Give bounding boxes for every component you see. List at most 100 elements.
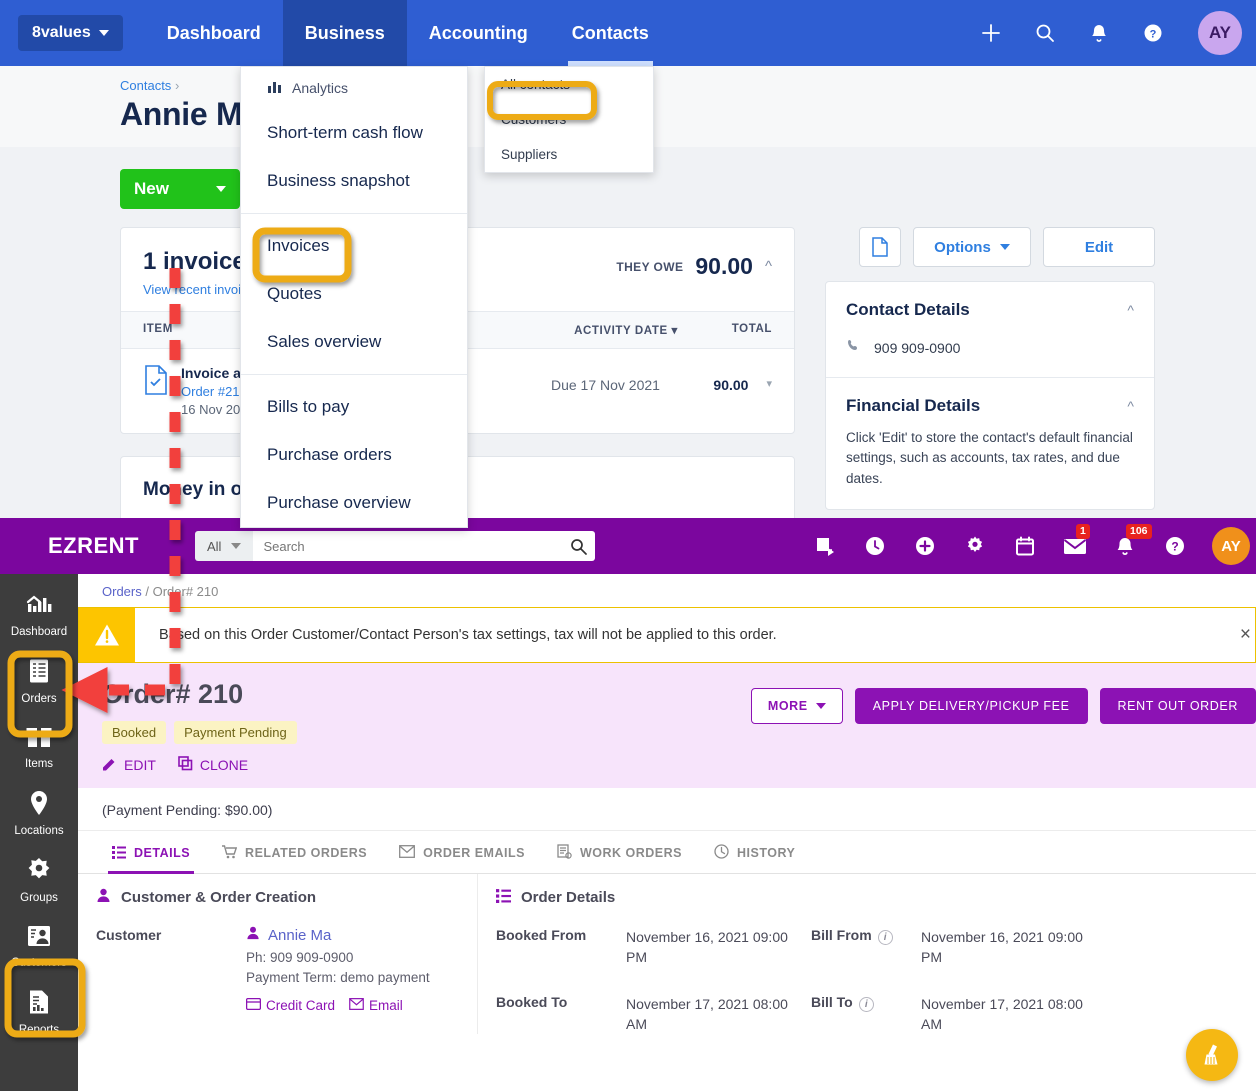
invoice-total: 90.00 [713, 377, 749, 393]
mail-icon[interactable]: 1 [1062, 524, 1090, 559]
plus-circle-icon[interactable] [912, 533, 938, 559]
chevron-up-icon[interactable]: ^ [1127, 302, 1134, 318]
sidebar-item-items[interactable]: Items [0, 714, 78, 779]
sidebar-item-orders[interactable]: Orders [0, 647, 78, 714]
customer-phone: Ph: 909 909-0900 [246, 949, 354, 965]
order-details-title: Order Details [521, 889, 616, 906]
location-pin-icon [29, 791, 49, 820]
breadcrumb-contacts-link[interactable]: Contacts [120, 78, 171, 93]
financial-details-text: Click 'Edit' to store the contact's defa… [846, 430, 1133, 486]
help-icon[interactable]: ? [1162, 533, 1188, 559]
sidebar-item-groups[interactable]: Groups [0, 846, 78, 913]
phone-icon [846, 338, 862, 357]
menu-item-suppliers[interactable]: Suppliers [485, 137, 653, 172]
xero-top-actions: ? AY [978, 11, 1256, 55]
broom-icon[interactable] [1186, 1029, 1238, 1081]
search-input[interactable] [253, 531, 561, 561]
breadcrumb-orders-link[interactable]: Orders [102, 584, 142, 599]
sidebar-item-dashboard[interactable]: Dashboard [0, 582, 78, 647]
menu-item-analytics-label: Analytics [292, 80, 349, 96]
sidebar-item-customers[interactable]: Customers [0, 913, 78, 978]
bell-icon[interactable] [1086, 20, 1112, 46]
handover-icon[interactable] [812, 533, 838, 559]
contact-actions: Options Edit [825, 227, 1155, 267]
envelope-icon [349, 996, 364, 1016]
search-icon[interactable] [1032, 20, 1058, 46]
email-button[interactable]: Email [349, 996, 403, 1016]
ezrent-app-window: EZRENT All Search 1 106 ? AY Dashboard O… [0, 518, 1256, 1091]
chevron-down-icon [231, 543, 242, 549]
column-header-activity-date[interactable]: ACTIVITY DATE ▾ [480, 323, 678, 337]
sidebar-item-locations[interactable]: Locations [0, 779, 78, 846]
options-button[interactable]: Options [913, 227, 1031, 267]
apply-delivery-pickup-fee-button[interactable]: APPLY DELIVERY/PICKUP FEE [854, 688, 1088, 724]
financial-details-title: Financial Details [846, 396, 981, 415]
tab-details[interactable]: DETAILS [96, 831, 206, 874]
row-menu-chevron-icon[interactable]: ▾ [766, 365, 772, 390]
search-scope-dropdown[interactable]: All [195, 531, 254, 561]
xero-app-window: 8values Dashboard Business Accounting Co… [0, 0, 1256, 547]
nav-item-contacts[interactable]: Contacts [550, 0, 671, 66]
chevron-up-icon[interactable]: ^ [765, 258, 772, 275]
document-icon[interactable] [859, 227, 901, 267]
clone-order-button[interactable]: CLONE [178, 756, 248, 774]
calendar-icon[interactable] [1012, 533, 1038, 559]
new-button[interactable]: New [120, 169, 240, 209]
avatar[interactable]: AY [1198, 11, 1242, 55]
payment-pending-text: (Payment Pending: $90.00) [78, 788, 1256, 831]
gear-icon[interactable] [962, 533, 988, 559]
order-hero-links: EDIT CLONE [102, 756, 1232, 774]
menu-item-all-contacts[interactable]: All contacts [485, 67, 653, 102]
contact-phone-row: 909 909-0900 [846, 338, 1134, 357]
tab-related-orders[interactable]: RELATED ORDERS [206, 831, 383, 873]
org-selector[interactable]: 8values [18, 15, 123, 51]
chevron-up-icon[interactable]: ^ [1127, 398, 1134, 414]
sidebar-item-label: Customers [11, 957, 67, 969]
tab-history[interactable]: HISTORY [698, 831, 811, 873]
more-button[interactable]: MORE [750, 688, 843, 724]
breadcrumb-separator: / [145, 584, 149, 599]
breadcrumb-current: Order# 210 [152, 584, 219, 599]
menu-item-quotes[interactable]: Quotes [241, 270, 467, 318]
email-label: Email [369, 998, 403, 1013]
menu-item-bills-to-pay[interactable]: Bills to pay [241, 383, 467, 431]
search-icon[interactable] [561, 531, 595, 561]
avatar[interactable]: AY [1212, 527, 1250, 565]
menu-item-business-snapshot[interactable]: Business snapshot [241, 157, 467, 205]
tab-label: WORK ORDERS [579, 846, 682, 860]
edit-button[interactable]: Edit [1043, 227, 1155, 267]
menu-item-invoices[interactable]: Invoices [241, 222, 467, 270]
ezrent-sidebar: Dashboard Orders Items Locations Groups … [0, 574, 78, 1091]
nav-item-dashboard[interactable]: Dashboard [145, 0, 283, 66]
close-icon[interactable]: × [1240, 608, 1255, 662]
sidebar-item-reports[interactable]: Reports [0, 978, 78, 1045]
clock-icon[interactable] [862, 533, 888, 559]
booked-to-label: Booked To [496, 993, 568, 1010]
help-icon[interactable]: ? [1140, 20, 1166, 46]
menu-item-purchase-overview[interactable]: Purchase overview [241, 479, 467, 527]
rent-out-order-button[interactable]: RENT OUT ORDER [1099, 688, 1256, 724]
they-owe-block: THEY OWE 90.00 ^ [616, 248, 772, 280]
info-icon[interactable]: i [877, 930, 893, 945]
info-icon[interactable]: i [858, 996, 874, 1012]
options-label: Options [934, 238, 991, 256]
edit-label: EDIT [124, 757, 156, 773]
bell-icon[interactable]: 106 [1112, 524, 1152, 559]
menu-item-short-term-cash-flow[interactable]: Short-term cash flow [241, 109, 467, 157]
plus-icon[interactable] [978, 20, 1004, 46]
tab-order-emails[interactable]: ORDER EMAILS [383, 831, 541, 873]
menu-item-customers[interactable]: Customers [485, 102, 653, 137]
nav-item-accounting[interactable]: Accounting [407, 0, 550, 66]
menu-item-analytics[interactable]: Analytics [241, 67, 467, 109]
menu-item-purchase-orders[interactable]: Purchase orders [241, 431, 467, 479]
edit-order-button[interactable]: EDIT [102, 756, 156, 774]
more-label: MORE [767, 699, 808, 713]
customer-link[interactable]: Annie Ma [246, 925, 430, 948]
they-owe-label: THEY OWE [616, 259, 684, 274]
nav-item-business[interactable]: Business [282, 0, 407, 66]
menu-item-sales-overview[interactable]: Sales overview [241, 318, 467, 366]
tab-label: RELATED ORDERS [245, 846, 368, 860]
tab-work-orders[interactable]: WORK ORDERS [541, 831, 698, 873]
credit-card-button[interactable]: Credit Card [245, 996, 335, 1016]
booked-to-value: November 17, 2021 08:00 AM [626, 995, 788, 1032]
